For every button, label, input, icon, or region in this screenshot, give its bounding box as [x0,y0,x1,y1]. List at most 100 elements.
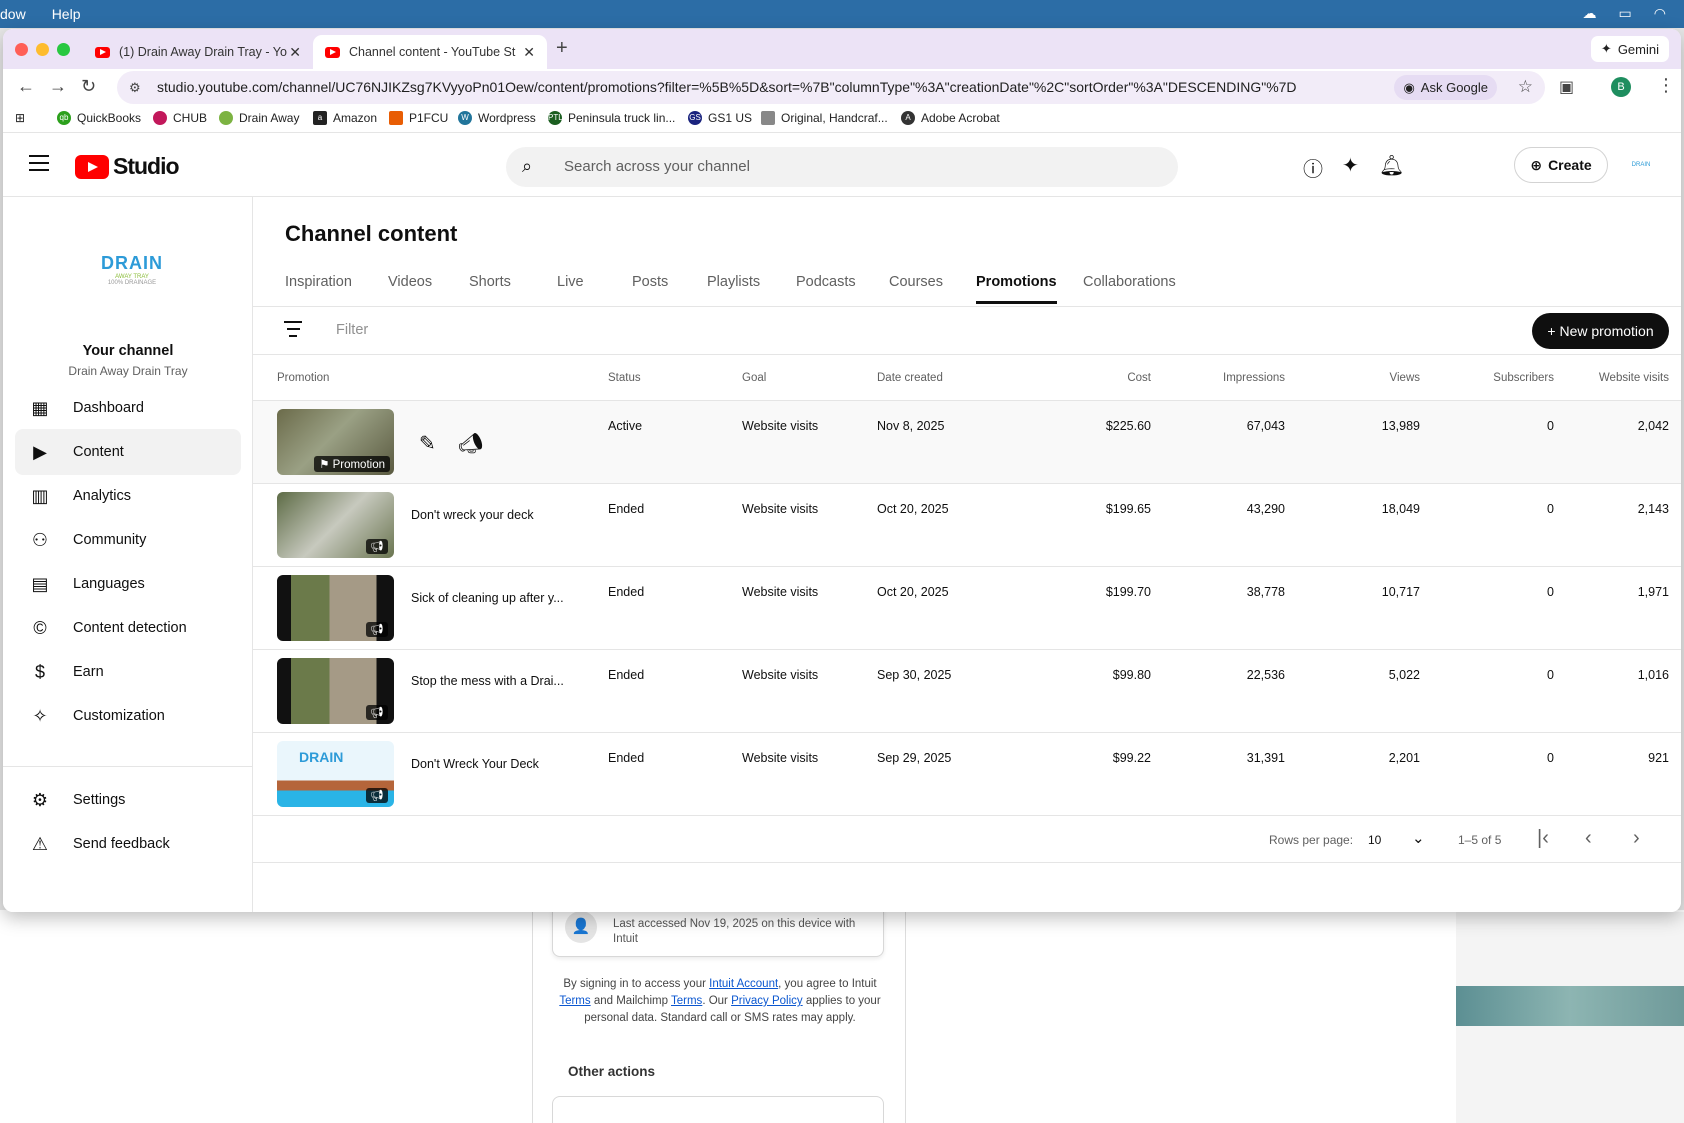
table-row[interactable]: 📢︎ Don't wreck your deck Ended Website v… [253,484,1681,567]
reload-icon[interactable]: ↻ [81,76,96,97]
rows-per-page-select[interactable]: 10 [1368,833,1381,847]
tab-collaborations[interactable]: Collaborations [1083,274,1176,290]
hamburger-menu-icon[interactable] [29,155,49,171]
sidebar-item-settings[interactable]: ⚙ Settings [15,777,241,823]
chevron-down-icon[interactable]: ⌄ [1412,829,1425,847]
next-page-icon[interactable]: › [1633,827,1640,850]
browser-tab-channel-content[interactable]: Channel content - YouTube St ✕ [313,35,547,69]
tab-videos[interactable]: Videos [388,274,432,290]
promotion-thumbnail[interactable]: 📢︎ [277,492,394,558]
intuit-account-link[interactable]: Intuit Account [709,978,778,990]
col-views[interactable]: Views [1390,372,1420,384]
menu-window[interactable]: dow [0,6,26,22]
edit-pencil-icon[interactable]: ✎ [419,431,436,456]
tab-promotions[interactable]: Promotions [976,274,1057,304]
forward-icon[interactable]: → [49,76,67,97]
first-page-icon[interactable]: |‹ [1537,827,1549,850]
promotion-thumbnail[interactable]: 📢︎ [277,575,394,641]
tab-inspiration[interactable]: Inspiration [285,274,352,290]
new-promotion-button[interactable]: + New promotion [1532,313,1669,349]
channel-logo[interactable]: DRAIN AWAY TRAY 100% DRAINAGE [77,253,187,293]
bookmark-wordpress[interactable]: W Wordpress [458,111,536,125]
tab-playlists[interactable]: Playlists [707,274,760,290]
sidebar-item-customization[interactable]: ✧ Customization [15,693,241,739]
col-promotion[interactable]: Promotion [277,372,329,384]
channel-avatar[interactable]: DRAIN [1625,151,1657,179]
url-text[interactable]: studio.youtube.com/channel/UC76NJIKZsg7K… [157,79,1297,95]
bookmark-quickbooks[interactable]: qb QuickBooks [57,111,141,125]
wifi-icon[interactable]: ◠ [1654,5,1666,22]
battery-icon[interactable]: ▭ [1619,5,1632,22]
back-icon[interactable]: ← [17,76,35,97]
sidebar-item-send-feedback[interactable]: ⚠ Send feedback [15,821,241,867]
search-icon[interactable]: ⌕ [522,156,532,177]
col-website-visits[interactable]: Website visits [1599,372,1669,384]
tab-courses[interactable]: Courses [889,274,943,290]
filter-input[interactable]: Filter [336,322,368,338]
promotion-thumbnail[interactable]: ⚑ Promotion [277,409,394,475]
tab-posts[interactable]: Posts [632,274,668,290]
megaphone-icon[interactable]: 📣︎ [458,431,483,456]
search-bar[interactable]: ⌕ Search across your channel [506,147,1178,187]
site-info-icon[interactable]: ⚙ [129,80,141,96]
studio-logo[interactable]: Studio [75,153,180,180]
col-goal[interactable]: Goal [742,372,766,384]
table-row[interactable]: 📢︎ Stop the mess with a Drai... Ended We… [253,650,1681,733]
address-bar[interactable]: ⚙ studio.youtube.com/channel/UC76NJIKZsg… [117,71,1545,104]
sidebar-item-community[interactable]: ⚇ Community [15,517,241,563]
search-input[interactable]: Search across your channel [564,158,750,175]
background-account-card[interactable]: 👤 Last accessed Nov 19, 2025 on this dev… [552,905,884,957]
promotion-title[interactable]: Sick of cleaning up after y... [411,591,571,605]
bookmark-adobe-acrobat[interactable]: A Adobe Acrobat [901,111,1000,125]
sparkle-icon[interactable]: ✦ [1342,153,1359,178]
bookmark-peninsula[interactable]: PTL Peninsula truck lin... [548,111,675,125]
sidebar-item-analytics[interactable]: ▥ Analytics [15,473,241,519]
terms-link[interactable]: Terms [559,995,590,1007]
profile-avatar[interactable]: B [1611,77,1631,97]
tab-shorts[interactable]: Shorts [469,274,511,290]
promotion-thumbnail[interactable]: 📢︎ [277,658,394,724]
gemini-button[interactable]: ✦ Gemini [1590,36,1669,62]
promotion-title[interactable]: Stop the mess with a Drai... [411,674,571,688]
bookmark-amazon[interactable]: a Amazon [313,111,377,125]
previous-page-icon[interactable]: ‹ [1585,827,1592,850]
apps-grid-icon[interactable]: ⊞ [15,111,25,125]
background-action-card[interactable] [552,1096,884,1123]
sidebar-item-content-detection[interactable]: © Content detection [15,605,241,651]
bookmark-p1fcu[interactable]: P1FCU [389,111,448,125]
zoom-window-button[interactable] [57,43,70,56]
minimize-window-button[interactable] [36,43,49,56]
browser-menu-icon[interactable]: ⋮ [1657,75,1675,96]
bookmark-star-icon[interactable]: ☆ [1518,77,1533,97]
tab-podcasts[interactable]: Podcasts [796,274,856,290]
bookmark-original[interactable]: Original, Handcraf... [761,111,888,125]
help-icon[interactable]: ⓘ [1303,153,1323,182]
ask-google-button[interactable]: ◉ Ask Google [1394,75,1497,100]
col-impressions[interactable]: Impressions [1223,372,1285,384]
promotion-title[interactable]: Don't Wreck Your Deck [411,757,571,771]
tab-live[interactable]: Live [557,274,584,290]
sidebar-item-earn[interactable]: $ Earn [15,649,241,695]
extensions-icon[interactable]: ▣ [1559,77,1574,97]
filter-icon[interactable] [283,321,303,337]
table-row[interactable]: ⚑ Promotion ✎ 📣︎ Active Website visits N… [253,401,1681,484]
creative-cloud-icon[interactable]: ☁ [1583,5,1597,22]
bookmark-drain-away[interactable]: Drain Away [219,111,299,125]
privacy-policy-link[interactable]: Privacy Policy [731,995,803,1007]
create-button[interactable]: ⊕ Create [1514,147,1608,183]
promotion-title[interactable]: Don't wreck your deck [411,508,571,522]
sidebar-item-dashboard[interactable]: ▦ Dashboard [15,385,241,431]
table-row[interactable]: 📢︎ Sick of cleaning up after y... Ended … [253,567,1681,650]
promotion-thumbnail[interactable]: DRAIN 📢︎ [277,741,394,807]
col-subscribers[interactable]: Subscribers [1493,372,1554,384]
close-tab-icon[interactable]: ✕ [523,44,535,61]
mailchimp-terms-link[interactable]: Terms [671,995,702,1007]
sidebar-item-languages[interactable]: ▤ Languages [15,561,241,607]
menu-help[interactable]: Help [52,6,81,22]
col-cost[interactable]: Cost [1127,372,1151,384]
new-tab-button[interactable]: + [556,37,568,60]
notifications-icon[interactable]: 🔔︎ [1379,153,1404,178]
browser-tab-drain-away[interactable]: (1) Drain Away Drain Tray - Yo ✕ [83,35,313,69]
col-date-created[interactable]: Date created [877,372,943,384]
close-tab-icon[interactable]: ✕ [289,44,301,61]
